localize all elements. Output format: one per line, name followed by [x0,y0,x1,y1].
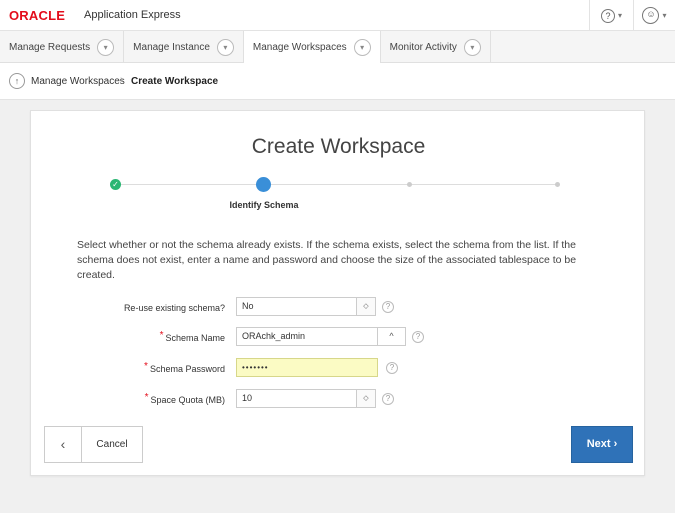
breadcrumb-separator-icon: › [120,74,124,86]
required-indicator: * [144,392,149,403]
breadcrumb-link-manage-workspaces[interactable]: Manage Workspaces [31,76,125,87]
chevron-down-icon[interactable]: ▾ [216,38,234,56]
required-indicator: * [159,330,164,341]
breadcrumb-current: Create Workspace [131,76,219,87]
step-current-indicator [256,177,271,192]
tab-label: Manage Requests [9,41,91,53]
help-icon[interactable]: ? [382,393,394,405]
chevron-down-icon[interactable]: ▾ [353,39,371,56]
tab-manage-instance[interactable]: Manage Instance ▾ [124,31,244,63]
reuse-schema-value: No [242,301,254,311]
required-indicator: * [144,361,148,372]
space-quota-select[interactable]: 10 ◇ [236,389,376,408]
select-arrows-icon: ◇ [356,390,375,407]
wizard-description: Select whether or not the schema already… [77,239,577,281]
current-step-label: Identify Schema [229,200,299,210]
user-circle-icon: ☺ [642,7,660,24]
help-menu-button[interactable]: ? ▾ [589,0,633,31]
page-title: Create Workspace [251,135,426,158]
reuse-schema-select[interactable]: No ◇ [236,297,376,316]
chevron-down-icon: ▾ [662,11,667,20]
step-pending-indicator [407,182,412,187]
space-quota-value: 10 [242,393,253,403]
help-icon[interactable]: ? [386,362,398,374]
schema-name-input[interactable]: ORAchk_admin [236,327,378,346]
schema-password-input[interactable]: ••••••• [236,358,378,377]
arrow-up-icon[interactable]: ↑ [9,73,25,89]
space-quota-label: * Space Quota (MB) [144,392,225,405]
tab-manage-workspaces[interactable]: Manage Workspaces ▾ [243,31,381,64]
chevron-down-icon: ▾ [617,11,622,20]
chevron-up-icon[interactable]: ^ [377,327,406,346]
chevron-down-icon[interactable]: ▾ [463,38,481,56]
step-complete-check-icon: ✓ [110,179,121,190]
help-icon[interactable]: ? [382,301,394,313]
main-tabs: Manage Requests ▾ Manage Instance ▾ Mana… [0,31,675,64]
previous-button[interactable]: ‹ [44,426,82,463]
cancel-button[interactable]: Cancel [81,426,143,463]
help-circle-icon: ? [600,8,615,23]
wizard-card: Create Workspace ✓ Identify Schema Selec… [30,110,645,476]
schema-password-label: * Schema Password [144,361,225,374]
breadcrumb: ↑ Manage Workspaces › Create Workspace [0,63,675,100]
user-menu-button[interactable]: ☺ ▾ [633,0,675,31]
tab-monitor-activity[interactable]: Monitor Activity ▾ [381,31,491,63]
tab-manage-requests[interactable]: Manage Requests ▾ [0,31,125,63]
tab-label: Monitor Activity [389,41,457,53]
tab-label: Manage Instance [133,41,210,53]
chevron-down-icon[interactable]: ▾ [97,38,115,56]
progress-track [116,184,264,185]
product-name: Application Express [84,9,181,21]
tab-label: Manage Workspaces [252,42,347,53]
select-arrows-icon: ◇ [356,298,375,315]
help-icon[interactable]: ? [412,331,424,343]
step-pending-indicator [555,182,560,187]
next-button[interactable]: Next › [571,426,633,463]
schema-name-label: * Schema Name [159,330,225,343]
reuse-schema-label: Re-use existing schema? [123,303,225,313]
top-header: ORACLE Application Express ? ▾ ☺ ▾ [0,0,675,31]
oracle-logo[interactable]: ORACLE [9,8,65,23]
